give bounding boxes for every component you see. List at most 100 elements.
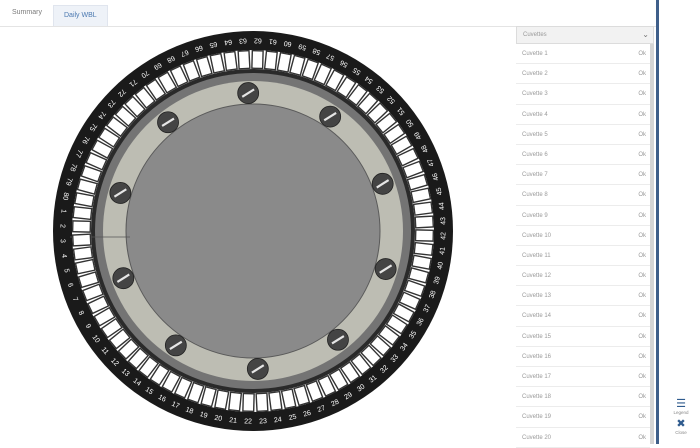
- cuvette-name: Cuvette 8: [522, 192, 548, 199]
- cuvette-name: Cuvette 4: [522, 111, 548, 118]
- tab-daily-wbl[interactable]: Daily WBL: [53, 5, 108, 26]
- screw-icon: [164, 334, 187, 357]
- list-item[interactable]: Cuvette 13 Ok: [516, 286, 650, 307]
- cuvette-number: 21: [229, 417, 238, 425]
- cuvette-slot[interactable]: [268, 390, 283, 412]
- close-button[interactable]: ✖ Close: [666, 418, 696, 436]
- cuvette-slot[interactable]: [412, 201, 434, 216]
- cuvette-slot[interactable]: [413, 241, 434, 256]
- cuvette-number: 43: [440, 217, 447, 225]
- list-item[interactable]: Cuvette 10 Ok: [516, 226, 650, 246]
- cuvette-name: Cuvette 13: [522, 293, 552, 300]
- cuvette-slot[interactable]: [251, 49, 264, 70]
- cuvette-status: Ok: [638, 333, 646, 340]
- cuvette-status: Ok: [638, 252, 646, 259]
- cuvette-name: Cuvette 1: [522, 51, 548, 57]
- list-item[interactable]: Cuvette 6 Ok: [516, 145, 650, 166]
- list-item[interactable]: Cuvette 14 Ok: [516, 306, 650, 327]
- list-item[interactable]: Cuvette 20 Ok: [516, 428, 650, 448]
- cuvette-name: Cuvette 20: [522, 434, 552, 441]
- cuvette-wheel: 123456789101112131415161718 19 20 21 22 23 24 2…: [53, 31, 453, 431]
- cuvette-status: Ok: [638, 212, 646, 219]
- screw-icon: [371, 172, 394, 195]
- tab-summary[interactable]: Summary: [12, 9, 42, 16]
- cuvette-slot[interactable]: [73, 192, 95, 208]
- list-item[interactable]: Cuvette 8 Ok: [516, 185, 650, 206]
- cuvette-status: Ok: [638, 71, 646, 78]
- cuvette-number: 23: [259, 418, 267, 425]
- cuvette-number: 62: [254, 36, 262, 43]
- list-item[interactable]: Cuvette 7 Ok: [516, 165, 650, 186]
- cuvette-number: 61: [269, 37, 278, 45]
- cuvette-number: 24: [274, 416, 283, 424]
- cuvette-slot[interactable]: [71, 220, 92, 233]
- cuvette-status: Ok: [638, 313, 646, 320]
- screw-icon: [327, 328, 349, 351]
- cuvette-number: 44: [438, 202, 446, 211]
- cuvette-slot[interactable]: [276, 51, 292, 73]
- cuvette-status: Ok: [638, 293, 646, 300]
- cuvette-slot[interactable]: [263, 50, 278, 71]
- cuvette-slot[interactable]: [242, 392, 255, 413]
- cuvette-number: 3: [59, 239, 66, 243]
- cuvette-slot[interactable]: [72, 206, 93, 221]
- cuvette-name: Cuvette 3: [522, 91, 548, 98]
- cuvette-number: 80: [61, 192, 69, 201]
- list-item[interactable]: Cuvette 12 Ok: [516, 266, 650, 287]
- screw-icon: [319, 105, 342, 128]
- cuvette-number: 22: [244, 418, 252, 425]
- list-item[interactable]: Cuvette 19 Ok: [516, 407, 650, 428]
- cuvette-name: Cuvette 2: [522, 71, 548, 78]
- legend-button[interactable]: ☰ Legend: [666, 398, 696, 416]
- chevron-down-icon: ⌄: [642, 30, 649, 39]
- cuvette-number: 20: [214, 415, 223, 423]
- cuvette-status: Ok: [638, 353, 646, 360]
- cuvette-number: 64: [224, 38, 233, 46]
- dropdown-label: Cuvettes: [523, 32, 547, 38]
- list-item[interactable]: Cuvette 18 Ok: [516, 387, 650, 408]
- cuvette-name: Cuvette 17: [522, 374, 552, 380]
- cuvette-slot[interactable]: [237, 49, 251, 70]
- cuvette-name: Cuvette 15: [522, 333, 552, 340]
- cuvette-number: 42: [440, 232, 447, 240]
- list-item[interactable]: Cuvette 5 Ok: [516, 125, 650, 145]
- cuvette-number: 60: [283, 39, 292, 47]
- list-item[interactable]: Cuvette 2 Ok: [516, 64, 650, 85]
- cuvette-slot[interactable]: [255, 392, 269, 413]
- screw-icon: [109, 182, 132, 204]
- cuvette-status: Ok: [638, 434, 646, 441]
- cuvette-status: Ok: [638, 273, 646, 280]
- list-item[interactable]: Cuvette 3 Ok: [516, 84, 650, 105]
- cuvette-slot[interactable]: [214, 389, 230, 411]
- cuvette-status: Ok: [638, 394, 646, 401]
- list-item[interactable]: Cuvette 15 Ok: [516, 327, 650, 347]
- screw-icon: [112, 267, 135, 290]
- list-item[interactable]: Cuvette 11 Ok: [516, 246, 650, 267]
- cuvette-slot[interactable]: [223, 50, 238, 72]
- cuvettes-dropdown[interactable]: Cuvettes ⌄: [516, 26, 654, 44]
- cuvette-slot[interactable]: [411, 254, 433, 270]
- list-item[interactable]: Cuvette 1 Ok: [516, 44, 650, 65]
- list-item[interactable]: Cuvette 17 Ok: [516, 367, 650, 388]
- cuvette-status: Ok: [638, 172, 646, 179]
- cuvette-slot[interactable]: [72, 246, 94, 261]
- panel-divider: [656, 0, 659, 444]
- list-item[interactable]: Cuvette 16 Ok: [516, 347, 650, 367]
- tab-bar: Summary Daily WBL: [0, 0, 656, 27]
- cuvette-list: Cuvette 1 Ok Cuvette 2 Ok Cuvette 3 Ok Cuvette…: [516, 44, 650, 448]
- cuvette-status: Ok: [638, 151, 646, 158]
- cuvette-slot[interactable]: [414, 229, 435, 242]
- cuvette-name: Cuvette 7: [522, 172, 548, 179]
- cuvette-status: Ok: [638, 111, 646, 118]
- center-hub: [125, 103, 381, 359]
- list-item[interactable]: Cuvette 4 Ok: [516, 105, 650, 125]
- cuvette-slot[interactable]: [228, 391, 243, 412]
- close-label: Close: [675, 430, 687, 435]
- cuvette-slot[interactable]: [414, 215, 435, 229]
- cuvette-number: 40: [437, 261, 445, 270]
- cuvette-list-scrollbar[interactable]: [650, 44, 654, 444]
- list-item[interactable]: Cuvette 9 Ok: [516, 206, 650, 226]
- cuvette-name: Cuvette 11: [522, 252, 551, 259]
- cuvette-name: Cuvette 6: [522, 151, 548, 158]
- cuvette-slot[interactable]: [71, 233, 92, 247]
